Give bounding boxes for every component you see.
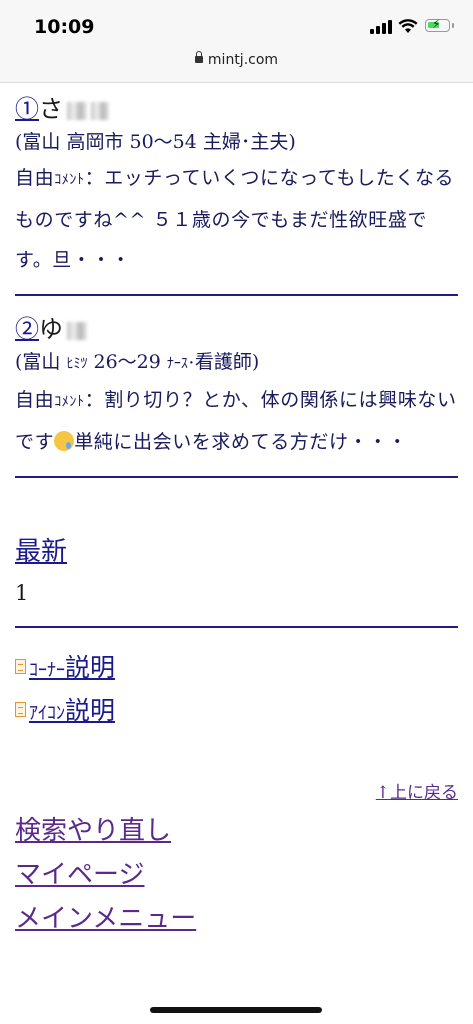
entry-meta: (富山 高岡市 50〜54 主婦･主夫)	[15, 131, 296, 153]
blurred-name	[67, 321, 87, 340]
icon-description-row: ｱｲｺﾝ説明	[15, 691, 458, 734]
status-bar: 10:09 ⚡	[0, 0, 473, 46]
address-bar[interactable]: mintj.com	[0, 46, 473, 83]
url-text: mintj.com	[207, 52, 279, 68]
entry-name: ゆ	[39, 315, 63, 343]
corner-description-row: ｺｰﾅｰ説明	[15, 648, 458, 691]
latest-link[interactable]: 最新	[15, 534, 458, 570]
entry-comment: 自由ｺﾒﾝﾄ：エッチっていくつになってもしたくなるものですね^^ ５１歳の今でも…	[15, 167, 455, 271]
corner-description-link[interactable]: ｺｰﾅｰ説明	[29, 653, 115, 682]
entry-comment: 自由ｺﾒﾝﾄ：割り切り？とか、体の関係には興味ないです 単純に出会いを求めてる方だ…	[15, 389, 457, 453]
sad-face-icon	[54, 431, 75, 451]
home-indicator[interactable]	[150, 1007, 322, 1013]
cellular-signal-icon	[370, 20, 392, 34]
list-item: ②ゆ (富山 ﾋﾐﾂ 26〜29 ﾅｰｽ･看護師) 自由ｺﾒﾝﾄ：割り切り？とか…	[15, 312, 458, 462]
lock-icon	[194, 51, 203, 63]
back-to-top-link[interactable]: ↑上に戻る	[376, 783, 458, 803]
main-menu-link[interactable]: メインメニュー	[15, 904, 196, 934]
icon-description-link[interactable]: ｱｲｺﾝ説明	[29, 696, 115, 725]
clock-time: 10:09	[34, 16, 95, 38]
entry-number-link[interactable]: ①	[15, 95, 39, 123]
blurred-name	[91, 101, 109, 120]
list-item: ①さ (富山 高岡市 50〜54 主婦･主夫) 自由ｺﾒﾝﾄ：エッチっていくつに…	[15, 92, 458, 280]
entry-meta: (富山 ﾋﾐﾂ 26〜29 ﾅｰｽ･看護師)	[15, 351, 260, 373]
entry-name: さ	[39, 95, 63, 123]
divider	[15, 294, 458, 296]
divider	[15, 626, 458, 628]
search-again-link[interactable]: 検索やり直し	[15, 816, 171, 846]
page-content: ①さ (富山 高岡市 50〜54 主婦･主夫) 自由ｺﾒﾝﾄ：エッチっていくつに…	[15, 84, 458, 941]
divider	[15, 476, 458, 478]
entry-number-link[interactable]: ②	[15, 315, 39, 343]
page-number: 1	[15, 581, 29, 605]
blurred-name	[67, 101, 87, 120]
battery-charging-icon: ⚡	[425, 17, 454, 32]
document-icon	[15, 659, 26, 674]
wifi-icon	[398, 19, 418, 33]
mypage-link[interactable]: マイページ	[15, 860, 144, 890]
document-icon	[15, 702, 26, 717]
